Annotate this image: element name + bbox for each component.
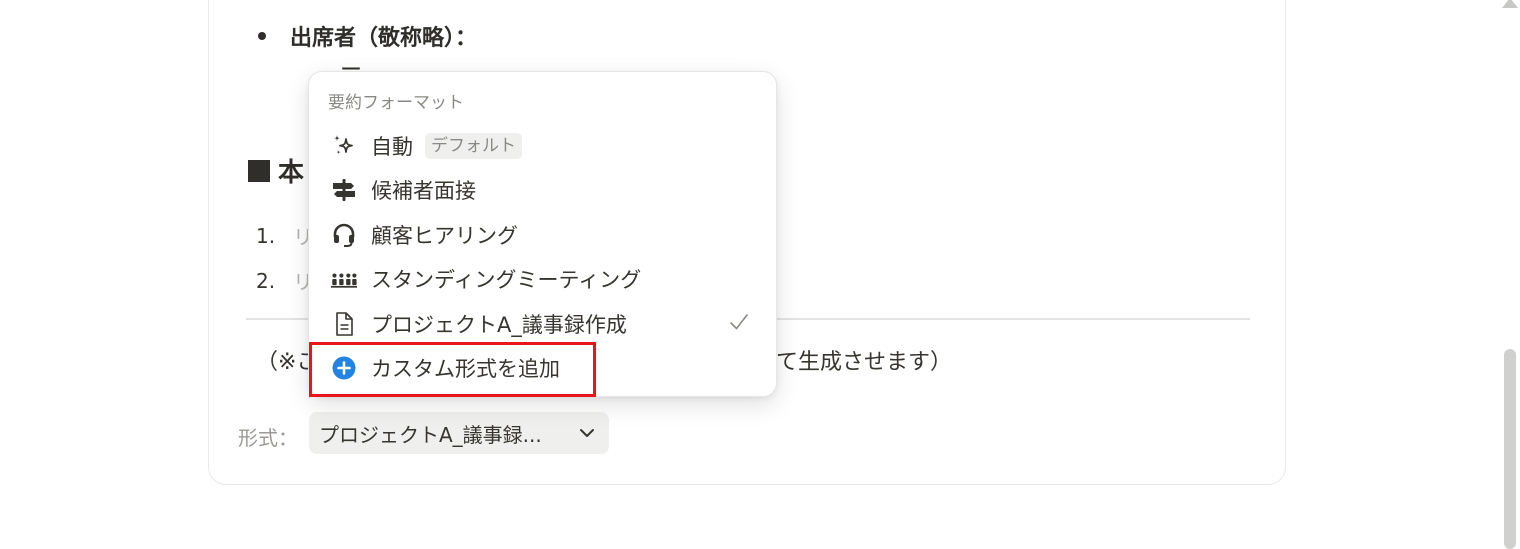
signpost-icon	[331, 177, 357, 203]
list-item: 1. リ	[256, 221, 313, 250]
menu-item-label: 自動	[371, 135, 413, 159]
menu-item-auto[interactable]: 自動 デフォルト	[309, 124, 776, 168]
menu-header: 要約フォーマット	[328, 93, 464, 113]
scrollbar-thumb[interactable]	[1504, 349, 1516, 549]
document-icon	[331, 311, 357, 337]
format-dropdown[interactable]: プロジェクトA_議事録...	[309, 412, 609, 454]
headset-icon	[331, 222, 357, 248]
sparkle-icon	[331, 133, 357, 159]
format-value: プロジェクトA_議事録...	[319, 422, 542, 447]
default-badge: デフォルト	[425, 133, 522, 159]
format-label: 形式：	[238, 426, 298, 450]
note-text-right: て生成させます）	[776, 350, 953, 375]
menu-item-candidate-interview[interactable]: 候補者面接	[309, 168, 776, 212]
menu-item-label: スタンディングミーティング	[371, 268, 642, 292]
scroll-up-arrow-icon[interactable]	[1502, 0, 1518, 8]
menu-item-label: 候補者面接	[371, 179, 476, 203]
attendees-heading: 出席者（敬称略）：	[290, 26, 478, 51]
section-title: 本	[278, 158, 305, 188]
attendees-bullet: 出席者（敬称略）：	[258, 20, 477, 52]
checkmark-icon	[730, 314, 748, 330]
square-marker-icon	[248, 159, 270, 182]
list-item: 2. リ	[256, 266, 313, 295]
bullet-dot	[258, 32, 266, 40]
menu-item-label: 顧客ヒアリング	[371, 224, 518, 248]
list-number: 1.	[256, 223, 276, 248]
menu-item-project-a-minutes[interactable]: プロジェクトA_議事録作成	[309, 302, 776, 346]
menu-item-label: プロジェクトA_議事録作成	[371, 313, 627, 337]
menu-item-customer-hearing[interactable]: 顧客ヒアリング	[309, 213, 776, 257]
list-number: 2.	[256, 268, 276, 293]
menu-item-standing-meeting[interactable]: スタンディングミーティング	[309, 257, 776, 301]
people-group-icon	[331, 266, 357, 292]
section-heading: 本	[248, 152, 304, 189]
chevron-down-icon	[580, 429, 594, 437]
highlight-box	[309, 342, 596, 397]
